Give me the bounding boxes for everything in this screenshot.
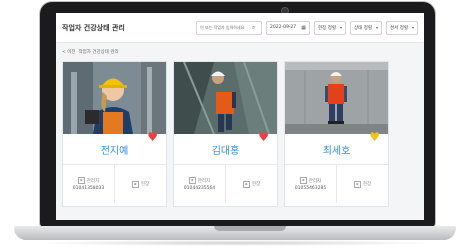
worker-name-bar: 최세호 ♥ [285,131,388,165]
role-cell[interactable]: ▪ 관리자 01055463285 [285,165,336,203]
role-cell[interactable]: ▪ 관리자 01044235564 [174,165,225,203]
phone-number: 01044235564 [183,186,216,191]
worker-name-bar: 김대홍 ♥ [174,131,277,165]
id-card-icon: ▪ [77,177,85,184]
site-cell[interactable]: ▪ 현장 [336,165,388,203]
search-input[interactable] [200,25,252,30]
name-sort-select[interactable]: 성서 정렬 ▾ [386,20,418,35]
status-sort-select[interactable]: 상태 정렬 ▾ [350,20,382,35]
breadcrumb-current: 작업자 건강상태 관리 [78,50,119,55]
date-value: 2022-09-27 [270,25,297,30]
site-sort-label: 현장 정렬 [318,25,336,31]
site-cell[interactable]: ▪ 현장 [225,165,277,203]
status-sort-label: 상태 정렬 [354,25,372,31]
id-card-icon: ▪ [188,177,196,184]
role-label: 관리자 [86,178,100,184]
role-label: 관리자 [308,178,322,184]
name-sort-label: 성서 정렬 [390,25,408,31]
worker-name[interactable]: 전지예 [101,142,129,157]
worker-info: ▪ 관리자 01055463285 ▪ 현장 [285,165,388,203]
search-box[interactable]: ⌕ [196,20,262,35]
back-link[interactable]: < 이전 [62,49,75,55]
worker-photo [285,62,388,134]
id-card-icon: ▪ [299,177,307,184]
site-label: 현장 [140,182,150,187]
role-label: 관리자 [197,178,211,184]
building-icon: ▪ [242,180,250,188]
building-icon: ▪ [131,180,139,188]
search-icon[interactable]: ⌕ [252,24,255,32]
phone-number: 01055463285 [294,186,327,191]
site-cell[interactable]: ▪ 현장 [114,165,166,203]
chevron-down-icon: ▾ [375,25,378,30]
worker-card-list: 전지예 ♥ ▪ 관리자 01041358033 ▪ 현장 김대홍 ♥ ▪ 관리자… [56,57,424,207]
worker-info: ▪ 관리자 01044235564 ▪ 현장 [174,165,277,203]
worker-card[interactable]: 전지예 ♥ ▪ 관리자 01041358033 ▪ 현장 [62,61,167,207]
heart-icon[interactable]: ♥ [147,131,158,143]
top-bar: 작업자 건강상태 관리 ⌕ 2022-09-27 ▦ 현장 정렬 ▾ 상태 정렬… [56,13,424,43]
worker-name[interactable]: 김대홍 [212,142,240,157]
heart-icon[interactable]: ♥ [258,131,269,143]
laptop-base [14,226,456,240]
site-sort-select[interactable]: 현장 정렬 ▾ [314,20,346,35]
site-label: 현장 [251,182,261,187]
site-label: 현장 [362,182,372,187]
chevron-down-icon: ▾ [411,25,414,30]
worker-info: ▪ 관리자 01041358033 ▪ 현장 [63,165,166,203]
role-cell[interactable]: ▪ 관리자 01041358033 [63,165,114,203]
heart-icon[interactable]: ♥ [369,131,380,143]
screen: 작업자 건강상태 관리 ⌕ 2022-09-27 ▦ 현장 정렬 ▾ 상태 정렬… [56,13,424,220]
calendar-icon[interactable]: ▦ [301,25,306,31]
worker-photo [174,62,277,134]
worker-card[interactable]: 최세호 ♥ ▪ 관리자 01055463285 ▪ 현장 [284,61,389,207]
breadcrumb: < 이전 작업자 건강상태 관리 [56,43,424,57]
worker-name[interactable]: 최세호 [323,142,351,157]
chevron-down-icon: ▾ [339,25,342,30]
worker-card[interactable]: 김대홍 ♥ ▪ 관리자 01044235564 ▪ 현장 [173,61,278,207]
worker-name-bar: 전지예 ♥ [63,131,166,165]
laptop-shadow [30,240,440,246]
page-title: 작업자 건강상태 관리 [62,23,125,32]
laptop-notch [214,226,286,231]
phone-number: 01041358033 [72,186,105,191]
date-picker[interactable]: 2022-09-27 ▦ [266,20,310,35]
building-icon: ▪ [353,180,361,188]
worker-photo [63,62,166,134]
